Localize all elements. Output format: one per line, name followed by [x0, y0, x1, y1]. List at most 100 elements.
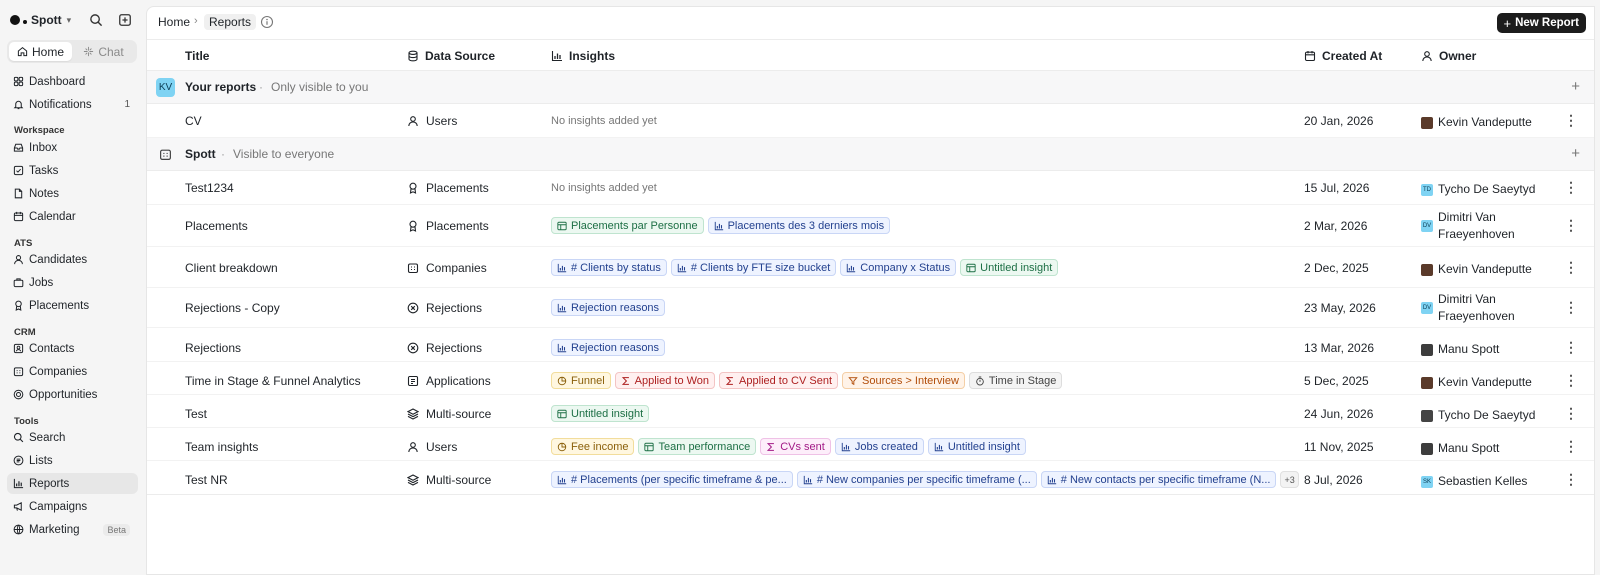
column-data-source[interactable]: Data Source	[407, 49, 495, 63]
more-options-icon[interactable]: ⋮	[1564, 179, 1578, 196]
sidebar-item-companies[interactable]: Companies	[7, 361, 138, 382]
table-icon	[557, 221, 567, 231]
sidebar-item-search[interactable]: Search	[7, 427, 138, 448]
more-options-icon[interactable]: ⋮	[1564, 471, 1578, 488]
insight-chip[interactable]: Time in Stage	[968, 372, 1063, 389]
sidebar-item-reports[interactable]: Reports	[7, 473, 138, 494]
table-row[interactable]: CV Users No insights added yet 20 Jan, 2…	[147, 104, 1594, 138]
insight-chip[interactable]: Fee income	[551, 438, 635, 455]
workspace-switcher[interactable]: Spott ▾	[10, 10, 71, 30]
table-row[interactable]: Team insights Users Fee income Team perf…	[147, 428, 1594, 461]
table-row[interactable]: Test NR Multi-source # Placements (per s…	[147, 461, 1594, 495]
insight-chip[interactable]: Team performance	[638, 438, 757, 455]
avatar: SK	[1421, 475, 1433, 488]
insight-chip[interactable]: Applied to CV Sent	[719, 372, 838, 389]
tab-home[interactable]: Home	[9, 42, 72, 61]
building-icon	[159, 148, 172, 161]
more-options-icon[interactable]: ⋮	[1564, 217, 1578, 234]
new-item-icon[interactable]	[114, 9, 136, 31]
data-source: Placements	[407, 219, 489, 233]
insight-chip[interactable]: Placements par Personne	[551, 217, 704, 234]
insight-chip[interactable]: Funnel	[551, 372, 611, 389]
new-report-button[interactable]: + New Report	[1496, 13, 1586, 33]
insight-chip[interactable]: # New companies per specific timeframe (…	[796, 471, 1037, 488]
app-name: Spott	[31, 13, 62, 27]
column-owner[interactable]: Owner	[1421, 49, 1476, 63]
table-row[interactable]: Time in Stage & Funnel Analytics Applica…	[147, 362, 1594, 395]
sidebar-item-calendar[interactable]: Calendar	[7, 206, 138, 227]
more-options-icon[interactable]: ⋮	[1564, 259, 1578, 276]
insight-chip[interactable]: Sources > Interview	[842, 372, 965, 389]
report-title[interactable]: Team insights	[185, 440, 258, 454]
more-insights-badge[interactable]: +3	[1280, 471, 1299, 488]
sidebar-item-opportunities[interactable]: Opportunities	[7, 384, 138, 405]
table-header: Title Data Source Insights Created At Ow…	[147, 40, 1594, 71]
insight-chip[interactable]: CVs sent	[760, 438, 831, 455]
insight-chip[interactable]: # Clients by FTE size bucket	[670, 259, 837, 276]
sidebar-item-placements[interactable]: Placements	[7, 295, 138, 316]
table-row[interactable]: Test1234 Placements No insights added ye…	[147, 171, 1594, 205]
sidebar-item-marketing[interactable]: Marketing Beta	[7, 519, 138, 540]
column-insights[interactable]: Insights	[551, 49, 615, 63]
insight-chip[interactable]: Rejection reasons	[551, 339, 666, 356]
more-options-icon[interactable]: ⋮	[1564, 405, 1578, 422]
table-row[interactable]: Rejections - Copy Rejections Rejection r…	[147, 288, 1594, 328]
report-title[interactable]: Time in Stage & Funnel Analytics	[185, 374, 361, 388]
search-icon[interactable]	[85, 9, 107, 31]
insight-chip[interactable]: Untitled insight	[960, 259, 1059, 276]
sidebar-item-inbox[interactable]: Inbox	[7, 137, 138, 158]
more-options-icon[interactable]: ⋮	[1564, 438, 1578, 455]
sidebar-item-jobs[interactable]: Jobs	[7, 272, 138, 293]
sidebar-item-lists[interactable]: Lists	[7, 450, 138, 471]
tab-chat[interactable]: Chat	[72, 42, 135, 61]
user-icon	[13, 254, 24, 265]
ribbon-icon	[407, 220, 419, 232]
add-report-button[interactable]: +	[1571, 78, 1580, 95]
list-icon	[13, 455, 24, 466]
breadcrumb-home[interactable]: Home	[158, 15, 190, 29]
group-your-reports[interactable]: KV Your reports · Only visible to you +	[147, 71, 1594, 104]
table-row[interactable]: Client breakdown Companies # Clients by …	[147, 247, 1594, 288]
column-title[interactable]: Title	[185, 49, 209, 63]
report-title[interactable]: Rejections	[185, 341, 241, 355]
insight-chip[interactable]: Placements des 3 derniers mois	[707, 217, 891, 234]
table-row[interactable]: Test Multi-source Untitled insight 24 Ju…	[147, 395, 1594, 428]
more-options-icon[interactable]: ⋮	[1564, 372, 1578, 389]
insight-chip[interactable]: # Clients by status	[551, 259, 667, 276]
sidebar-item-notifications[interactable]: Notifications 1	[7, 94, 138, 115]
report-title[interactable]: Test	[185, 407, 207, 421]
report-title[interactable]: Test NR	[185, 473, 228, 487]
insight-chip[interactable]: # New contacts per specific timeframe (N…	[1040, 471, 1277, 488]
sidebar-item-dashboard[interactable]: Dashboard	[7, 71, 138, 92]
insight-chip[interactable]: Jobs created	[834, 438, 924, 455]
sidebar-item-campaigns[interactable]: Campaigns	[7, 496, 138, 517]
table-row[interactable]: Placements Placements Placements par Per…	[147, 205, 1594, 247]
insight-chip[interactable]: Untitled insight	[551, 405, 650, 422]
more-options-icon[interactable]: ⋮	[1564, 112, 1578, 129]
column-created-at[interactable]: Created At	[1304, 49, 1382, 63]
sidebar-item-contacts[interactable]: Contacts	[7, 338, 138, 359]
insight-chip[interactable]: Rejection reasons	[551, 299, 666, 316]
insight-chip[interactable]: Applied to Won	[614, 372, 716, 389]
sidebar-item-tasks[interactable]: Tasks	[7, 160, 138, 181]
insight-chip[interactable]: Company x Status	[840, 259, 957, 276]
insight-chip[interactable]: # Placements (per specific timeframe & p…	[551, 471, 793, 488]
report-title[interactable]: CV	[185, 114, 202, 128]
report-title[interactable]: Rejections - Copy	[185, 301, 280, 315]
info-icon[interactable]	[260, 15, 274, 29]
report-title[interactable]: Test1234	[185, 181, 234, 195]
owner: SK Sebastien Kelles	[1421, 474, 1528, 488]
insight-chip[interactable]: Untitled insight	[927, 438, 1026, 455]
sidebar-item-candidates[interactable]: Candidates	[7, 249, 138, 270]
group-spott[interactable]: Spott · Visible to everyone +	[147, 138, 1594, 171]
table-row[interactable]: Rejections Rejections Rejection reasons …	[147, 328, 1594, 362]
more-options-icon[interactable]: ⋮	[1564, 339, 1578, 356]
sidebar-item-notes[interactable]: Notes	[7, 183, 138, 204]
more-options-icon[interactable]: ⋮	[1564, 299, 1578, 316]
database-icon	[407, 50, 419, 62]
avatar: TD	[1421, 183, 1433, 196]
insight-chips: Rejection reasons	[551, 339, 666, 356]
report-title[interactable]: Client breakdown	[185, 261, 278, 275]
report-title[interactable]: Placements	[185, 219, 248, 233]
add-report-button[interactable]: +	[1571, 145, 1580, 162]
